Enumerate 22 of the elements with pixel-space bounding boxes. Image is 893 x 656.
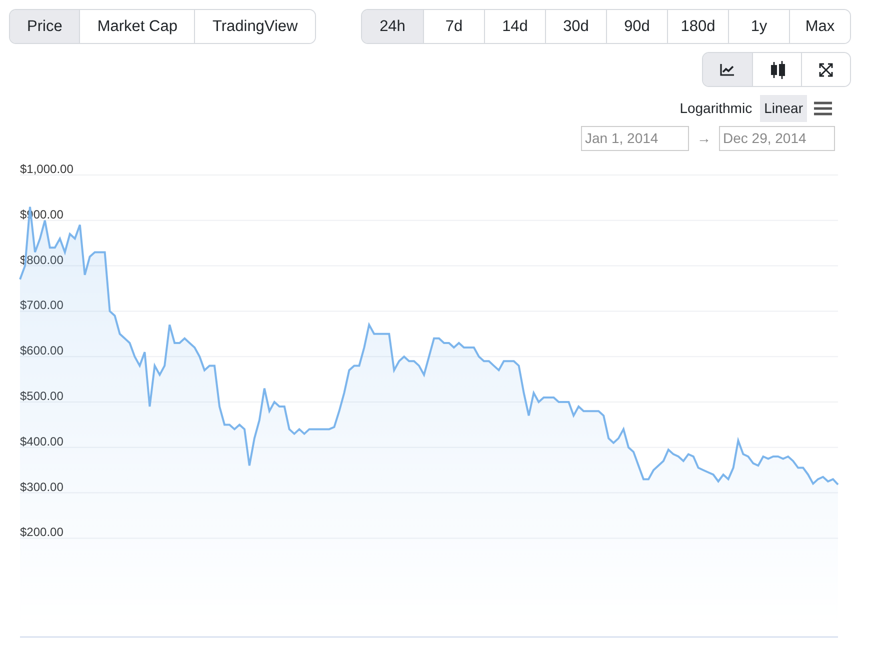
axis-label: $1,000.00 <box>20 162 74 176</box>
view-tab[interactable]: TradingView <box>194 10 315 43</box>
axis-label: $600.00 <box>20 344 64 358</box>
fullscreen-icon <box>819 62 833 77</box>
chart-type-button[interactable] <box>703 53 752 86</box>
range-tab[interactable]: 24h <box>362 10 423 43</box>
fullscreen-button[interactable] <box>801 53 850 86</box>
arrow-text: → <box>697 129 711 148</box>
date-from-field[interactable]: Jan 1, 2014 <box>581 126 689 151</box>
axis-label: $300.00 <box>20 480 64 494</box>
menu-icon[interactable] <box>811 101 835 116</box>
scale-option[interactable]: Linear <box>760 95 807 122</box>
line-chart-icon <box>720 63 735 76</box>
view-tab[interactable]: Price <box>10 10 80 43</box>
axis-label: $200.00 <box>20 525 64 540</box>
range-tab[interactable]: Max <box>789 10 850 43</box>
axis-label: $500.00 <box>20 389 64 403</box>
axis-label: $700.00 <box>20 298 64 312</box>
date-to-field[interactable]: Dec 29, 2014 <box>719 126 835 151</box>
scale-option[interactable]: Logarithmic <box>676 95 756 122</box>
axis-label: $400.00 <box>20 434 64 448</box>
candlestick-icon <box>770 60 786 80</box>
